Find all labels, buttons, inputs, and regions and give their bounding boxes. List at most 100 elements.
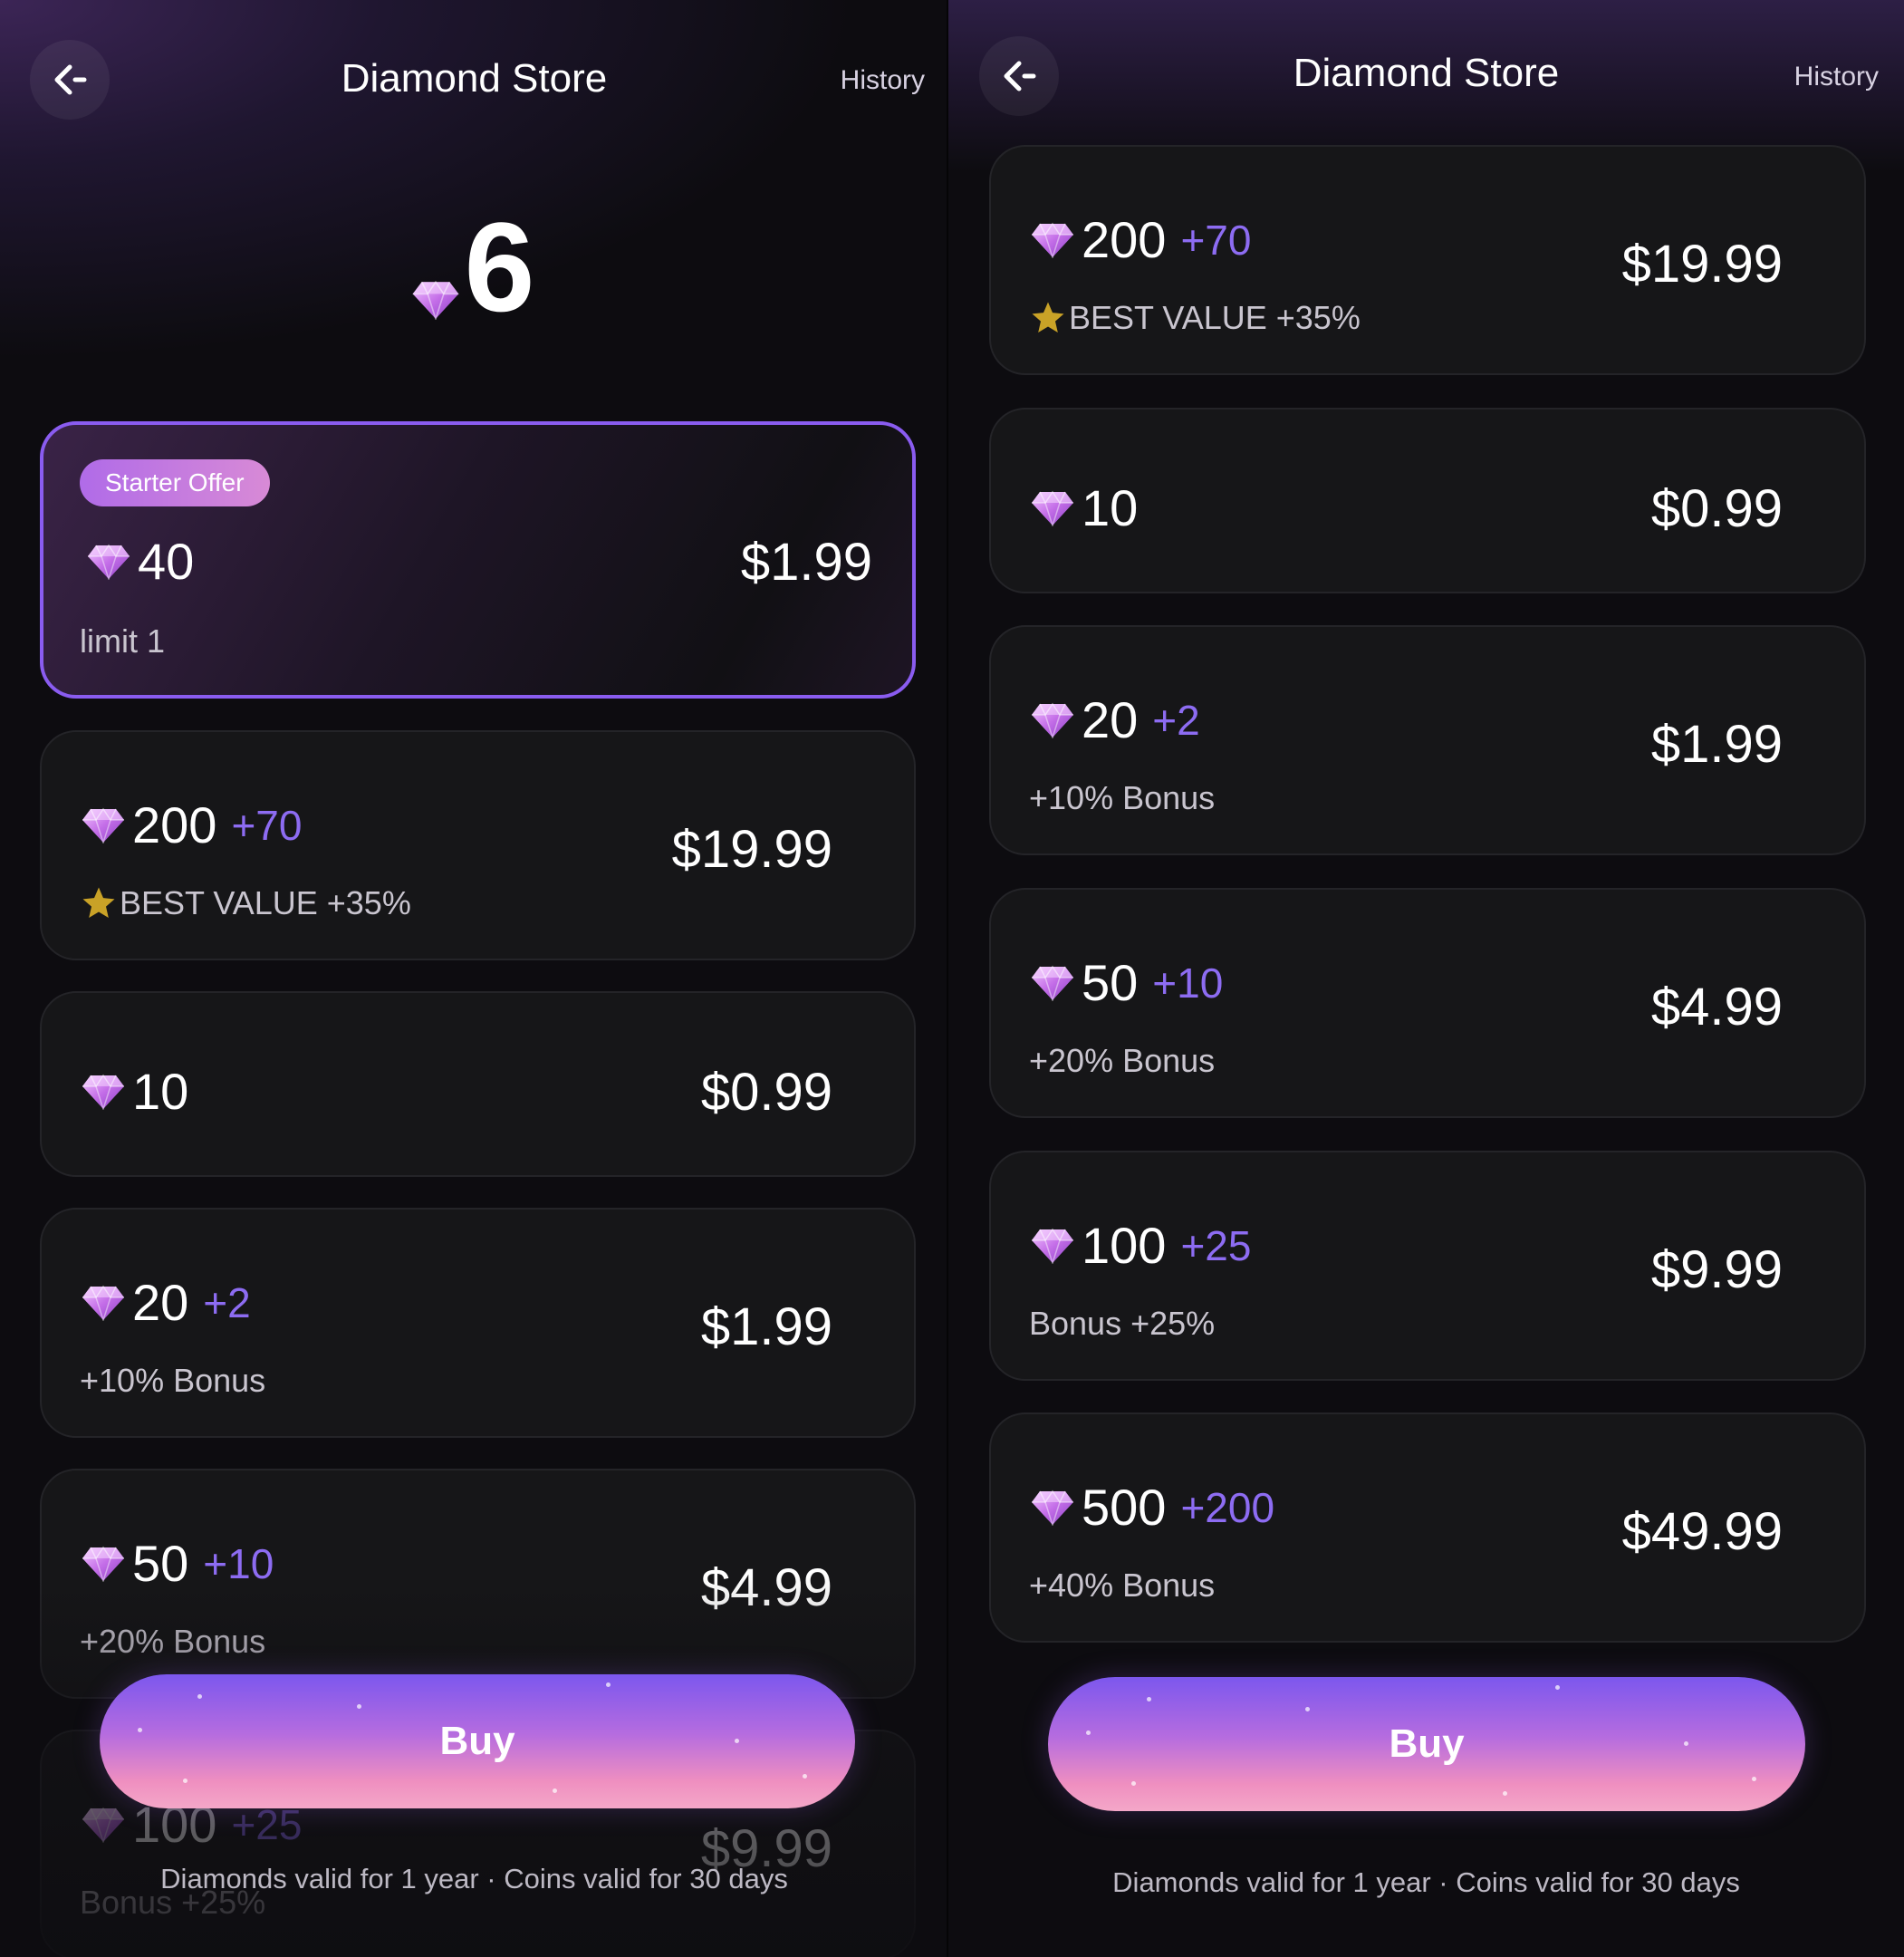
package-note: +10% Bonus (80, 1362, 265, 1400)
package-price: $4.99 (1650, 978, 1783, 1036)
package-amount: 500 +200 (1031, 1478, 1274, 1537)
package-price: $1.99 (700, 1297, 832, 1356)
package-amount: 10 (1031, 478, 1138, 537)
header: Diamond Store History (948, 0, 1904, 159)
sparkle-decoration (1130, 1781, 1136, 1787)
amount-value: 10 (1082, 479, 1139, 536)
sparkle-decoration (605, 1682, 611, 1687)
sparkle-decoration (197, 1694, 203, 1700)
bonus-amount: +10 (1152, 959, 1224, 1007)
package-price: $19.99 (1621, 235, 1783, 294)
package-price: $0.99 (700, 1063, 832, 1122)
bonus-amount: +2 (203, 1278, 251, 1326)
package-card[interactable]: 20 +2 $1.99 +10% Bonus (40, 1208, 916, 1438)
package-card[interactable]: 10 $0.99 (40, 991, 916, 1177)
page-title: Diamond Store (341, 56, 608, 101)
sparkle-decoration (1502, 1790, 1507, 1796)
package-card[interactable]: 10 $0.99 (989, 408, 1866, 593)
package-card[interactable]: 50 +10 $4.99 +20% Bonus (40, 1469, 916, 1699)
note-text: BEST VALUE +35% (1069, 299, 1361, 336)
diamond-icon (82, 1285, 125, 1321)
package-note: +20% Bonus (80, 1623, 265, 1661)
note-text: Bonus +25% (1029, 1305, 1216, 1342)
amount-value: 200 (132, 796, 217, 853)
note-text: +20% Bonus (1029, 1042, 1216, 1079)
diamond-icon (411, 280, 459, 320)
buy-button[interactable]: Buy (100, 1674, 855, 1808)
page-title: Diamond Store (1293, 51, 1560, 95)
note-text: +10% Bonus (80, 1362, 266, 1399)
validity-note: Diamonds valid for 1 year · Coins valid … (1112, 1866, 1740, 1898)
note-text: +40% Bonus (1029, 1567, 1216, 1604)
sparkle-decoration (1555, 1684, 1561, 1690)
package-amount: 100 +25 (1031, 1216, 1251, 1275)
amount-value: 500 (1082, 1479, 1167, 1536)
limit-note: limit 1 (80, 622, 166, 660)
history-link[interactable]: History (841, 65, 925, 96)
starter-offer-card[interactable]: Starter Offer 40 $1.99 limit 1 (40, 421, 916, 699)
diamond-balance: 6 (0, 204, 948, 331)
package-card[interactable]: 20 +2 $1.99 +10% Bonus (989, 625, 1866, 855)
left-screen: Diamond Store History 6 Starter Offer 40… (0, 0, 948, 1957)
package-amount: 40 (87, 532, 194, 591)
package-amount: 200 +70 (82, 795, 302, 854)
buy-label: Buy (1389, 1721, 1465, 1766)
buy-button[interactable]: Buy (1048, 1677, 1805, 1811)
amount-value: 200 (1082, 211, 1167, 268)
amount-value: 50 (132, 1535, 189, 1592)
buy-label: Buy (439, 1719, 515, 1763)
amount-value: 20 (132, 1274, 189, 1331)
package-amount: 50 +10 (82, 1534, 274, 1593)
package-amount: 200 +70 (1031, 210, 1251, 269)
history-link[interactable]: History (1794, 62, 1879, 92)
sparkle-decoration (1146, 1697, 1151, 1702)
package-note: Bonus +25% (1029, 1305, 1215, 1343)
package-price: $1.99 (1650, 715, 1783, 774)
diamond-icon (1031, 702, 1074, 738)
sparkle-decoration (1085, 1730, 1091, 1736)
note-text: +20% Bonus (80, 1623, 266, 1660)
sparkle-decoration (1684, 1741, 1689, 1747)
diamond-icon (82, 1807, 125, 1843)
diamond-icon (1031, 1228, 1074, 1264)
package-note: BEST VALUE +35% (80, 884, 411, 922)
package-price: $19.99 (671, 820, 832, 879)
amount-value: 100 (1082, 1217, 1167, 1274)
package-card[interactable]: 100 +25 $9.99 Bonus +25% (989, 1151, 1866, 1381)
bonus-amount: +2 (1152, 696, 1200, 744)
diamond-icon (82, 1546, 125, 1582)
sparkle-decoration (1752, 1776, 1757, 1781)
package-note: +40% Bonus (1029, 1567, 1215, 1605)
sparkle-decoration (182, 1779, 188, 1784)
amount-value: 20 (1082, 691, 1139, 748)
sparkle-decoration (734, 1739, 739, 1744)
star-icon (1032, 302, 1064, 333)
star-icon (82, 887, 115, 918)
package-price: $9.99 (1650, 1240, 1783, 1299)
bonus-amount: +70 (231, 801, 303, 849)
package-amount: 10 (82, 1062, 188, 1121)
note-text: BEST VALUE +35% (120, 884, 411, 921)
package-note: +20% Bonus (1029, 1042, 1215, 1080)
diamond-icon (1031, 222, 1074, 258)
right-screen: Diamond Store History 200 +70 $19.99 BES… (948, 0, 1904, 1957)
header: Diamond Store History (0, 0, 948, 159)
package-card[interactable]: 500 +200 $49.99 +40% Bonus (989, 1412, 1866, 1643)
diamond-icon (87, 544, 130, 580)
bonus-amount: +10 (203, 1539, 274, 1587)
diamond-icon (1031, 490, 1074, 526)
diamond-icon (1031, 1489, 1074, 1526)
package-card[interactable]: 50 +10 $4.99 +20% Bonus (989, 888, 1866, 1118)
sparkle-decoration (137, 1728, 142, 1733)
package-note: +10% Bonus (1029, 779, 1215, 817)
package-price: $0.99 (1650, 479, 1783, 538)
amount-value: 10 (132, 1063, 189, 1120)
amount-value: 40 (138, 533, 195, 590)
package-card[interactable]: 200 +70 $19.99 BEST VALUE +35% (989, 145, 1866, 375)
package-note: BEST VALUE +35% (1029, 299, 1361, 337)
package-card[interactable]: 200 +70 $19.99 BEST VALUE +35% (40, 730, 916, 960)
bonus-amount: +200 (1180, 1483, 1275, 1531)
diamond-icon (82, 807, 125, 844)
sparkle-decoration (553, 1788, 558, 1793)
amount-value: 50 (1082, 954, 1139, 1011)
